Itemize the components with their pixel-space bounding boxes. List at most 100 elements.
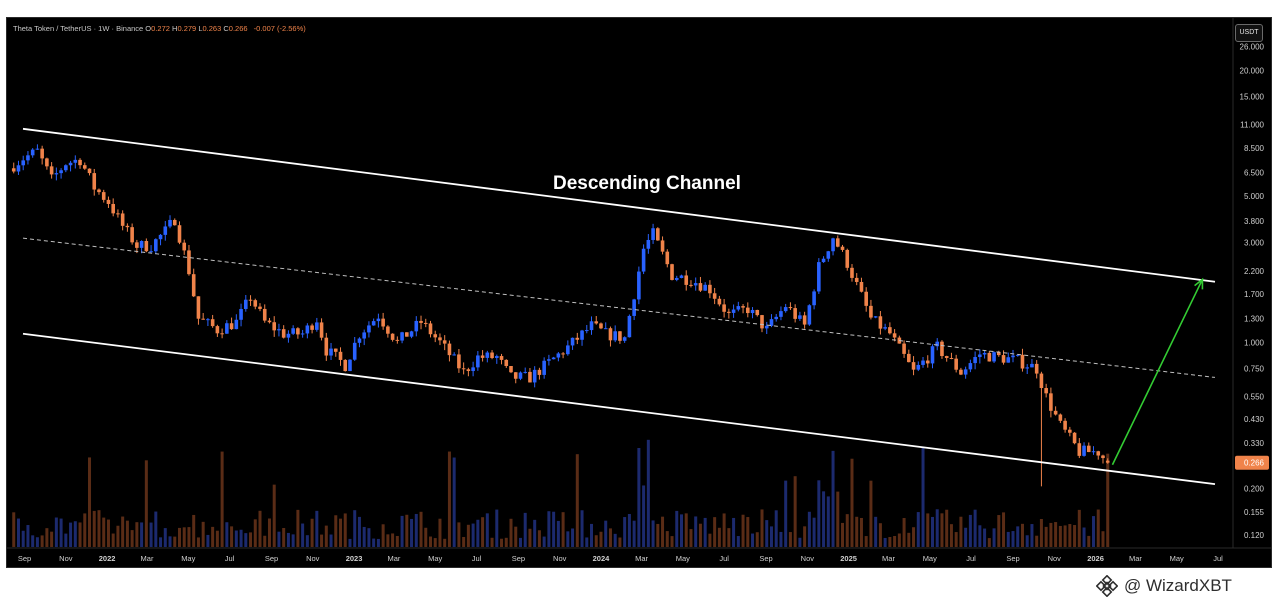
candle-body — [523, 371, 528, 373]
y-tick-label: 8.500 — [1244, 144, 1265, 153]
candle-body — [864, 291, 868, 306]
candle-body — [490, 352, 494, 359]
candle-body — [229, 323, 234, 330]
candle-body — [447, 343, 452, 356]
volume-bar — [869, 480, 873, 547]
candle-body — [291, 328, 295, 334]
candle-body — [854, 277, 859, 282]
chart-frame[interactable]: 26.000 20.000 15.000 11.000 8.500 6.500 5.000 3… — [6, 17, 1272, 568]
candle-body — [509, 365, 513, 373]
volume-bar — [949, 524, 953, 547]
volume-bar — [907, 532, 911, 547]
candle-body — [651, 228, 655, 240]
volume-bar — [627, 513, 631, 547]
x-tick-label: 2025 — [840, 554, 857, 563]
volume-bar — [159, 537, 163, 547]
volume-bar — [102, 517, 106, 547]
currency-button[interactable]: USDT — [1235, 24, 1263, 42]
candle-body — [1072, 432, 1077, 444]
volume-bar — [769, 526, 773, 547]
candle-body — [793, 308, 797, 319]
candle-body — [381, 318, 385, 327]
candle-body — [835, 238, 840, 247]
candle-body — [892, 333, 897, 338]
volume-bar — [414, 513, 418, 547]
candle-body — [1025, 367, 1030, 369]
volume-bar — [1044, 526, 1048, 547]
y-tick-label: 1.700 — [1244, 290, 1265, 299]
candle-body — [727, 311, 731, 313]
x-tick-label: Sep — [1006, 554, 1019, 563]
volume-bar — [140, 522, 144, 547]
candle-body — [1105, 460, 1110, 463]
volume-bar — [613, 533, 617, 547]
candle-body — [433, 334, 438, 338]
candle-body — [144, 241, 149, 252]
y-tick-label: 15.000 — [1240, 92, 1265, 101]
volume-bar — [793, 476, 797, 547]
candle-body — [485, 352, 490, 358]
volume-bar — [225, 522, 229, 547]
volume-bar — [244, 533, 248, 547]
volume-bar — [395, 535, 399, 547]
volume-bar — [774, 510, 778, 547]
volume-bar — [154, 511, 158, 547]
candle-body — [689, 284, 693, 286]
volume-bar — [206, 534, 210, 547]
volume-bar — [580, 510, 584, 547]
candle-body — [281, 329, 286, 338]
price-chart[interactable]: 26.000 20.000 15.000 11.000 8.500 6.500 5.000 3… — [7, 18, 1271, 567]
volume-bar — [741, 514, 745, 547]
y-tick-label: 0.120 — [1244, 531, 1265, 540]
candle-body — [566, 345, 570, 355]
candle-body — [494, 356, 499, 359]
candle-body — [1058, 414, 1063, 421]
volume-bar — [353, 510, 357, 547]
channel-lower-line[interactable] — [22, 332, 1216, 486]
volume-bar — [983, 528, 987, 547]
volume-bar — [826, 496, 830, 547]
volume-bar — [893, 535, 897, 547]
volume-bar — [1058, 525, 1062, 547]
x-tick-label: Mar — [635, 554, 648, 563]
volume-bar — [959, 516, 963, 547]
volume-bar — [211, 526, 215, 547]
y-tick-label: 1.300 — [1244, 315, 1265, 324]
volume-bar — [864, 536, 868, 547]
candle-body — [172, 219, 177, 226]
volume-bar — [547, 511, 551, 547]
candle-body — [168, 219, 172, 227]
volume-bar — [537, 530, 541, 547]
x-tick-label: Jul — [1213, 554, 1223, 563]
volume-bar — [651, 520, 655, 547]
projection-arrow-line[interactable] — [1111, 279, 1204, 466]
candle-body — [537, 369, 542, 375]
candle-body — [428, 323, 433, 335]
candle-body — [1101, 455, 1105, 459]
candle-body — [878, 316, 883, 329]
candle-body — [262, 308, 267, 321]
candle-body — [215, 326, 220, 334]
candle-body — [149, 251, 153, 253]
candle-body — [840, 246, 845, 250]
channel-annotation: Descending Channel — [553, 173, 741, 194]
candle-body — [769, 319, 774, 326]
candle-body — [395, 339, 400, 341]
channel-upper-line[interactable] — [22, 127, 1216, 283]
candle-body — [821, 258, 826, 263]
volume-bar — [1068, 524, 1072, 547]
candle-body — [116, 213, 120, 215]
candle-body — [277, 329, 281, 331]
volume-bar — [410, 518, 414, 547]
volume-bar — [542, 536, 546, 547]
candle-body — [755, 309, 760, 316]
volume-bar — [481, 517, 485, 547]
volume-bar — [258, 510, 262, 547]
volume-bar — [277, 531, 281, 547]
candle-body — [78, 159, 82, 166]
volume-bar — [21, 530, 25, 547]
candle-body — [480, 355, 485, 358]
x-tick-label: Sep — [18, 554, 31, 563]
volume-bar — [528, 528, 532, 547]
volume-bar — [490, 537, 494, 547]
